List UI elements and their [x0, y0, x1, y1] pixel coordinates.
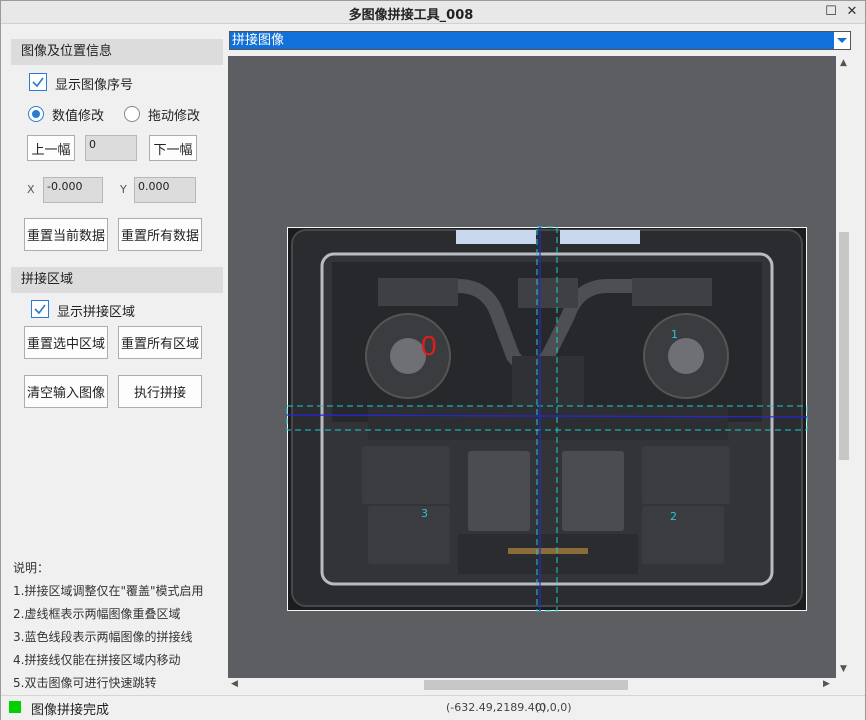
horizontal-scroll-thumb[interactable] — [424, 680, 628, 690]
note-item: 1.拼接区域调整仅在"覆盖"模式启用 — [13, 584, 204, 598]
note-item: 2.虚线框表示两幅图像重叠区域 — [13, 607, 181, 621]
vertical-scrollbar[interactable]: ▲ ▼ — [837, 56, 851, 678]
show-index-label: 显示图像序号 — [55, 78, 134, 93]
mode-numeric-radio[interactable] — [28, 106, 44, 122]
section-image-position: 图像及位置信息 — [11, 39, 223, 65]
status-bar: 图像拼接完成 (-632.49,2189.40) (0,0,0) — [1, 695, 865, 720]
reset-all-data-button[interactable]: 重置所有数据 — [118, 218, 202, 251]
show-region-checkbox[interactable] — [31, 300, 49, 318]
instructions: 说明： 1.拼接区域调整仅在"覆盖"模式启用 2.虚线框表示两幅图像重叠区域 3… — [13, 557, 204, 695]
check-icon — [34, 304, 46, 315]
pixel-value: (0,0,0) — [535, 701, 572, 714]
reset-current-data-button[interactable]: 重置当前数据 — [24, 218, 108, 251]
image-index-label-0: 0 — [421, 330, 437, 361]
status-indicator — [9, 701, 21, 713]
vertical-scroll-thumb[interactable] — [839, 232, 849, 460]
x-label: X — [27, 183, 35, 196]
reset-all-regions-button[interactable]: 重置所有区域 — [118, 326, 202, 359]
mode-drag-label: 拖动修改 — [148, 109, 201, 124]
note-item: 3.蓝色线段表示两幅图像的拼接线 — [13, 630, 193, 644]
y-label: Y — [120, 183, 127, 196]
title-bar: 多图像拼接工具_008 ☐ ✕ — [1, 1, 865, 24]
horizontal-scrollbar[interactable]: ◀ ▶ — [228, 678, 836, 692]
image-selector-dropdown[interactable]: 拼接图像 — [229, 31, 851, 50]
status-message: 图像拼接完成 — [31, 703, 110, 718]
show-index-checkbox[interactable] — [29, 73, 47, 91]
mode-drag-radio[interactable] — [124, 106, 140, 122]
y-offset-field[interactable]: 0.000 — [134, 177, 196, 203]
scroll-down-icon[interactable]: ▼ — [840, 664, 847, 674]
notes-title: 说明： — [13, 561, 50, 575]
image-selector-value: 拼接图像 — [232, 33, 285, 48]
stitch-canvas[interactable]: 0 1 2 3 — [228, 56, 836, 678]
image-index-field[interactable]: 0 — [85, 135, 137, 161]
mode-numeric-label: 数值修改 — [52, 109, 105, 124]
app-window: 多图像拼接工具_008 ☐ ✕ 图像及位置信息 显示图像序号 数值修改 拖动修改… — [0, 0, 866, 720]
clear-input-images-button[interactable]: 清空输入图像 — [24, 375, 108, 408]
image-index-label-2: 2 — [670, 510, 677, 523]
note-item: 5.双击图像可进行快速跳转 — [13, 676, 157, 690]
execute-stitch-button[interactable]: 执行拼接 — [118, 375, 202, 408]
show-region-label: 显示拼接区域 — [57, 305, 136, 320]
control-panel: 图像及位置信息 显示图像序号 数值修改 拖动修改 上一幅 0 下一幅 X -0.… — [9, 37, 223, 697]
note-item: 4.拼接线仅能在拼接区域内移动 — [13, 653, 181, 667]
chevron-down-icon[interactable] — [834, 32, 850, 49]
cursor-coordinates: (-632.49,2189.40) — [446, 701, 547, 714]
reset-selected-region-button[interactable]: 重置选中区域 — [24, 326, 108, 359]
next-image-button[interactable]: 下一幅 — [149, 135, 197, 161]
close-icon[interactable]: ✕ — [842, 3, 862, 21]
section-stitch-region: 拼接区域 — [11, 267, 223, 293]
scroll-right-icon[interactable]: ▶ — [823, 679, 830, 689]
window-title: 多图像拼接工具_008 — [348, 8, 474, 23]
scroll-left-icon[interactable]: ◀ — [231, 679, 238, 689]
x-offset-field[interactable]: -0.000 — [43, 177, 103, 203]
maximize-icon[interactable]: ☐ — [821, 3, 841, 21]
prev-image-button[interactable]: 上一幅 — [27, 135, 75, 161]
check-icon — [32, 77, 44, 88]
scroll-up-icon[interactable]: ▲ — [840, 58, 847, 68]
image-index-label-3: 3 — [421, 507, 428, 520]
stitched-image — [286, 226, 808, 612]
image-index-label-1: 1 — [671, 328, 678, 341]
